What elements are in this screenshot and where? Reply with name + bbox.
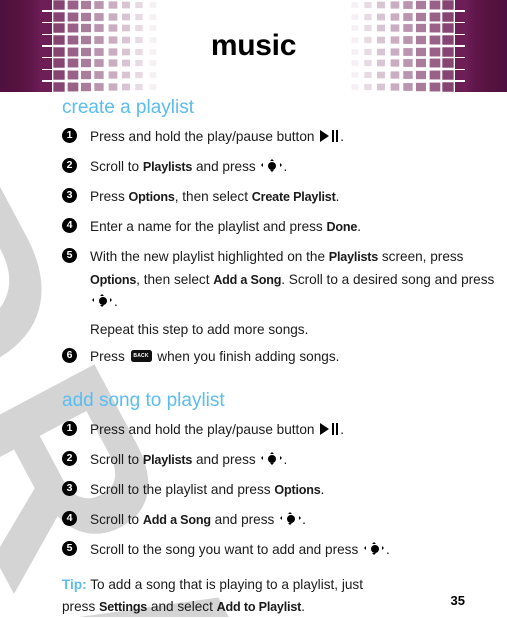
step-text: Scroll to Playlists and press . [90,452,288,467]
navigation-key-icon [261,452,282,466]
section-heading: add song to playlist [62,390,225,411]
ui-term: Playlists [142,453,193,467]
step-item: 6 Press BACK when you finish adding songs… [62,343,507,373]
step-item: 3 Scroll to the playlist and press Option… [62,476,507,506]
step-text: Press and hold the play/pause button . [90,129,345,144]
step-number-badge: 6 [62,348,77,363]
step-note: Repeat this step to add more songs. [90,321,309,337]
page-content: create a playlist 1 Press and hold the pla… [0,96,507,618]
ui-term: Settings [99,599,148,614]
step-number-badge: 4 [62,218,77,233]
step-list: 1 Press and hold the play/pause button . 2… [0,123,507,316]
page-number: 35 [450,593,465,608]
ui-term: Options [90,272,137,287]
step-item: 2 Scroll to Playlists and press . [62,153,507,183]
page-header-band: music [0,0,507,92]
tip-label: Tip: [62,577,87,592]
step-text: Enter a name for the playlist and press … [90,219,361,234]
step-text: With the new playlist highlighted on the… [90,249,495,309]
step-item: 1 Press and hold the play/pause button . [62,416,507,446]
step-item: 1 Press and hold the play/pause button . [62,123,507,153]
step-item: 4 Enter a name for the playlist and press… [62,213,507,243]
tip-paragraph: Tip: To add a song that is playing to a … [62,577,363,614]
step-text: Scroll to Playlists and press . [90,159,288,174]
step-number-badge: 2 [62,451,77,466]
ui-term: Options [274,483,321,497]
step-number-badge: 5 [62,248,77,263]
step-item: 2 Scroll to Playlists and press . [62,446,507,476]
step-number-badge: 3 [62,188,77,203]
play-pause-key-icon [320,423,339,435]
step-list: 6 Press BACK when you finish adding songs… [0,343,507,373]
step-number-badge: 1 [62,128,77,143]
ui-term: Playlists [142,160,193,174]
ui-term: Options [128,190,175,204]
ui-term: Add a Song [213,272,282,287]
step-item: 4 Scroll to Add a Song and press . [62,506,507,536]
ui-term: Add a Song [142,513,211,527]
step-text: Press Options, then select Create Playli… [90,189,340,204]
step-number-badge: 5 [62,541,77,556]
page-title: music [210,29,297,62]
step-text: Scroll to the song you want to add and p… [90,542,390,557]
ui-term: Playlists [328,250,379,264]
ui-term: Done [326,220,358,234]
step-number-badge: 2 [62,158,77,173]
step-text: Press and hold the play/pause button . [90,422,345,437]
navigation-key-icon [92,294,113,308]
back-key-icon: BACK [130,350,152,362]
play-pause-key-icon [320,130,339,142]
step-number-badge: 1 [62,421,77,436]
navigation-key-icon [261,159,282,173]
step-item: 5 Scroll to the song you want to add and … [62,536,507,566]
step-item: 5 With the new playlist highlighted on th… [62,243,507,316]
section-heading: create a playlist [62,97,195,118]
step-number-badge: 4 [62,511,77,526]
step-text: Scroll to the playlist and press Options… [90,482,325,497]
navigation-key-icon [364,542,385,556]
step-text: Scroll to Add a Song and press . [90,512,306,527]
ui-term: Add to Playlist [216,599,302,614]
navigation-key-icon [280,512,301,526]
ui-term: Create Playlist [251,190,336,204]
step-item: 3 Press Options, then select Create Playl… [62,183,507,213]
step-list: 1 Press and hold the play/pause button . 2… [0,416,507,566]
step-number-badge: 3 [62,481,77,496]
step-text: Press BACK when you finish adding songs. [90,349,340,364]
